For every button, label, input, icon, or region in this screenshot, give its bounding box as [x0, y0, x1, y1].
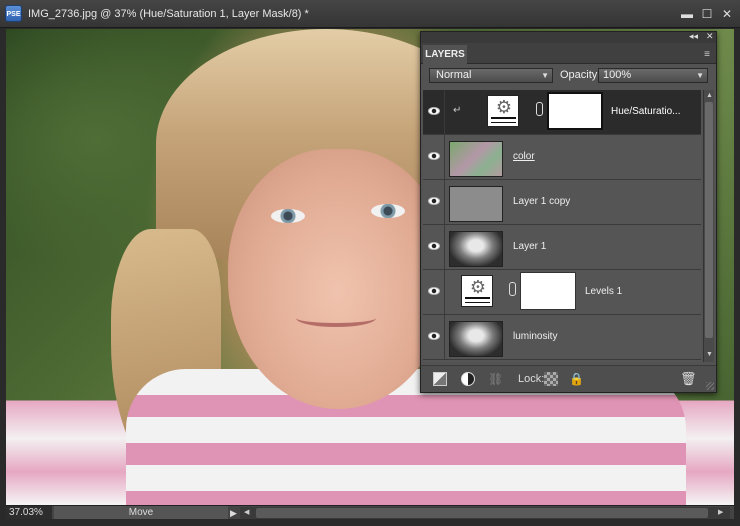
scroll-down-icon[interactable]: ▼: [705, 350, 714, 360]
blend-mode-value: Normal: [436, 69, 472, 81]
status-bar: 37.03% Move ▶ ◀ ▶: [6, 505, 734, 520]
resize-grip-icon[interactable]: [706, 382, 714, 390]
visibility-toggle[interactable]: [423, 270, 445, 314]
link-layers-icon[interactable]: ⛓: [488, 372, 503, 386]
layer-name: Layer 1: [513, 241, 547, 252]
document-title-bar[interactable]: PSE IMG_2736.jpg @ 37% (Hue/Saturation 1…: [0, 0, 740, 28]
layer-row-hue-saturation[interactable]: ↵ ⚙ Hue/Saturatio...: [423, 90, 701, 135]
eye-icon: [428, 332, 440, 340]
tool-info: Move: [54, 506, 228, 520]
lock-transparency-icon[interactable]: [544, 372, 558, 386]
status-menu-arrow-icon[interactable]: ▶: [230, 508, 237, 519]
visibility-toggle[interactable]: [423, 180, 445, 224]
new-adjustment-layer-icon[interactable]: [461, 372, 475, 386]
lock-label: Lock:: [518, 373, 545, 385]
link-icon[interactable]: [536, 102, 543, 116]
blend-mode-select[interactable]: Normal ▼: [429, 68, 553, 83]
scroll-right-icon[interactable]: ▶: [718, 507, 723, 519]
opacity-value: 100%: [603, 69, 632, 81]
layer-row-levels-1[interactable]: ⚙ Levels 1: [423, 270, 701, 315]
layer-name: luminosity: [513, 331, 558, 342]
collapse-panel-icon[interactable]: ◂◂: [689, 31, 698, 42]
layer-name: Hue/Saturatio...: [611, 106, 681, 117]
visibility-toggle[interactable]: [423, 90, 445, 134]
gear-icon: ⚙: [495, 97, 513, 117]
layer-thumbnail[interactable]: [449, 141, 503, 177]
chevron-down-icon: ▼: [696, 71, 704, 80]
eye-icon: [428, 287, 440, 295]
visibility-toggle[interactable]: [423, 135, 445, 179]
layers-scrollbar[interactable]: ▲ ▼: [703, 90, 714, 362]
h-scroll-thumb[interactable]: [256, 508, 708, 518]
photo-eye-right: [371, 204, 405, 218]
eye-icon: [428, 152, 440, 160]
bottom-strip: [0, 519, 740, 526]
close-panel-icon[interactable]: ✕: [706, 31, 714, 42]
close-icon[interactable]: ✕: [720, 7, 734, 21]
layer-mask-thumbnail[interactable]: [547, 92, 603, 130]
layer-row-luminosity[interactable]: luminosity: [423, 315, 701, 360]
photo-mouth: [296, 309, 376, 327]
eye-icon: [428, 197, 440, 205]
layer-thumbnail[interactable]: [449, 186, 503, 222]
adjustment-bar-icon: [491, 117, 516, 123]
tab-layers[interactable]: LAYERS: [423, 45, 467, 64]
eye-icon: [428, 242, 440, 250]
layer-row-color[interactable]: color: [423, 135, 701, 180]
layer-thumbnail[interactable]: [449, 231, 503, 267]
adjustment-bar-icon: [465, 297, 490, 303]
photoshop-elements-window: PSE IMG_2736.jpg @ 37% (Hue/Saturation 1…: [0, 0, 740, 526]
trash-icon[interactable]: 🗑: [680, 372, 697, 386]
layer-thumbnail[interactable]: [449, 321, 503, 357]
layer-name: color: [513, 151, 535, 162]
new-layer-icon[interactable]: [433, 372, 447, 386]
visibility-toggle[interactable]: [423, 225, 445, 269]
zoom-field[interactable]: 37.03%: [6, 506, 52, 520]
layer-name: Layer 1 copy: [513, 196, 571, 207]
scroll-left-icon[interactable]: ◀: [244, 507, 249, 519]
scroll-up-icon[interactable]: ▲: [705, 91, 714, 101]
gear-icon: ⚙: [469, 277, 487, 297]
scroll-thumb[interactable]: [705, 102, 713, 338]
document-title: IMG_2736.jpg @ 37% (Hue/Saturation 1, La…: [28, 8, 309, 20]
layer-mask-thumbnail[interactable]: [520, 272, 576, 310]
visibility-toggle[interactable]: [423, 315, 445, 359]
adjustment-thumbnail[interactable]: ⚙: [461, 275, 493, 307]
panel-tab-bar: LAYERS ≡: [421, 43, 716, 64]
maximize-icon[interactable]: ☐: [700, 7, 714, 21]
lock-all-icon[interactable]: 🔒: [569, 372, 584, 386]
panel-header[interactable]: ◂◂ ✕: [421, 31, 716, 43]
layer-row-layer-1-copy[interactable]: Layer 1 copy: [423, 180, 701, 225]
layer-name: Levels 1: [585, 286, 623, 297]
layer-row-layer-1[interactable]: Layer 1: [423, 225, 701, 270]
link-icon[interactable]: [509, 282, 516, 296]
photo-face: [228, 149, 448, 409]
layers-list: ↵ ⚙ Hue/Saturatio... color Layer 1 copy: [423, 90, 701, 362]
panel-menu-icon[interactable]: ≡: [704, 49, 710, 60]
opacity-field[interactable]: 100% ▼: [598, 68, 708, 83]
clip-arrow-icon: ↵: [453, 105, 462, 116]
opacity-label: Opacity:: [560, 69, 601, 81]
adjustment-thumbnail[interactable]: ⚙: [487, 95, 519, 127]
app-icon: PSE: [5, 5, 22, 22]
layers-panel: ◂◂ ✕ LAYERS ≡ Normal ▼ Opacity: 100% ▼ ↵…: [420, 31, 717, 393]
horizontal-scrollbar[interactable]: ◀ ▶: [240, 507, 730, 519]
chevron-down-icon: ▼: [541, 71, 549, 80]
photo-eye-left: [271, 209, 305, 223]
panel-footer: ⛓ Lock: 🔒 🗑: [421, 365, 716, 392]
eye-icon: [428, 107, 440, 115]
minimize-icon[interactable]: ▬: [680, 7, 694, 21]
